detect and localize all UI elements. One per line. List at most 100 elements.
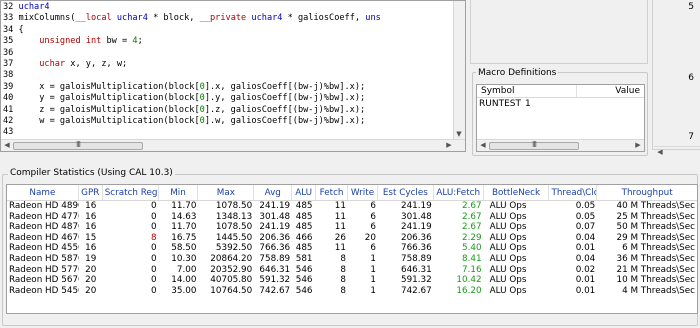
table-cell: 8.41 <box>462 253 482 264</box>
column-header[interactable]: Name <box>7 185 79 200</box>
table-cell: ALU Ops <box>489 275 527 286</box>
table-cell: 20864.20 <box>210 253 253 264</box>
line-number: 35 <box>3 36 19 47</box>
table-cell: 485 <box>295 243 313 254</box>
code-line: 33 mixColumns(__local uchar4 * block, __… <box>3 13 453 24</box>
table-row[interactable]: Radeon HD 4550 16 0 58.50 5392.50 766.36 485 11… <box>7 243 697 254</box>
table-cell: 7.16 <box>462 264 482 275</box>
table-row[interactable]: Radeon HD 5670 20 0 14.00 40705.80 591.32 546 8… <box>7 275 697 286</box>
table-cell: Radeon HD 4890 <box>9 201 79 211</box>
scroll-left-icon[interactable]: ◀ <box>2 140 12 150</box>
pane-splitter[interactable] <box>0 160 700 164</box>
code-line: 32 uchar4 <box>3 2 453 13</box>
line-number: 39 <box>3 81 19 92</box>
table-cell: 14.63 <box>171 211 197 222</box>
column-header[interactable]: Fetch <box>316 185 349 200</box>
table-cell: 16.75 <box>171 232 197 243</box>
column-header[interactable]: ALU:Fetch <box>434 185 484 200</box>
table-header: Name GPR Scratch Reg Min Max Avg ALU Fetch Write… <box>7 185 697 201</box>
code-token: uchar4 <box>251 13 283 24</box>
table-cell: 40 M Threads\Sec <box>616 201 695 211</box>
table-cell: 10.30 <box>171 253 197 264</box>
code-token: y = galoisMultiplication(block[ <box>18 93 200 104</box>
code-line: 34 { <box>3 25 453 36</box>
macro-scroll-thumb[interactable]: III <box>489 140 579 150</box>
compiler-statistics-table[interactable]: Name GPR Scratch Reg Min Max Avg ALU Fetch Write… <box>6 184 698 314</box>
code-text[interactable]: 32 uchar4 33 mixColumns(__local uchar4 * … <box>3 2 453 139</box>
table-cell: 1 <box>370 253 376 264</box>
scroll-right-icon[interactable]: ▶ <box>633 140 643 150</box>
table-cell: 2.67 <box>462 211 482 222</box>
table-cell: 40705.80 <box>210 275 253 286</box>
code-scroll-thumb[interactable]: III <box>13 140 143 150</box>
macro-row[interactable]: RUNTEST 1 <box>477 98 644 110</box>
table-row[interactable]: Radeon HD 5770 20 0 7.00 20352.90 646.31 546 8 1… <box>7 265 697 276</box>
macro-definitions-list[interactable]: Symbol Value RUNTEST 1 ◀ III ▶ <box>476 84 645 152</box>
table-cell: 0.01 <box>575 275 596 286</box>
code-line: 39 x = galoisMultiplication(block[0].x, … <box>3 82 453 93</box>
column-header[interactable]: Avg <box>254 185 293 200</box>
scroll-right-icon[interactable]: ▶ <box>444 140 454 150</box>
code-editor[interactable]: 32 uchar4 33 mixColumns(__local uchar4 * … <box>0 0 466 152</box>
table-cell: 546 <box>295 285 313 296</box>
table-row[interactable]: Radeon HD 4870 16 0 11.70 1078.50 241.19 485 11… <box>7 222 697 233</box>
table-cell: 7.00 <box>176 264 197 275</box>
table-cell: ALU Ops <box>489 222 527 233</box>
scroll-down-icon[interactable]: ▼ <box>454 129 464 139</box>
table-cell: 8 <box>150 232 157 243</box>
table-cell: 1 <box>370 264 376 275</box>
table-cell: Radeon HD 4670 <box>9 232 79 243</box>
column-header[interactable]: Scratch Reg <box>103 185 159 200</box>
code-line: 43 <box>3 127 453 138</box>
code-vertical-scrollbar[interactable]: ▼ <box>453 1 465 141</box>
column-header[interactable]: Min <box>159 185 199 200</box>
line-number: 32 <box>3 2 19 12</box>
column-header[interactable]: Est Cycles <box>378 185 434 200</box>
column-header[interactable]: GPR <box>79 185 103 200</box>
macro-horizontal-scrollbar[interactable]: ◀ III ▶ <box>477 139 644 151</box>
code-horizontal-scrollbar[interactable]: ◀ III ▶ <box>1 139 465 151</box>
code-token: uchar4 <box>116 13 148 24</box>
table-cell: 591.32 <box>259 275 291 286</box>
table-cell: 15 <box>85 232 97 243</box>
column-header[interactable]: ALU <box>292 185 317 200</box>
macro-col-value[interactable]: Value <box>577 85 644 97</box>
table-row[interactable]: Radeon HD 5450 20 0 35.00 10764.50 742.67 546 8… <box>7 286 697 297</box>
table-cell: ALU Ops <box>489 201 527 211</box>
table-cell: 20 <box>85 285 97 296</box>
scroll-left-icon[interactable]: ◀ <box>655 147 665 157</box>
table-row[interactable]: Radeon HD 4770 16 0 14.63 1348.13 301.48 485 11… <box>7 212 697 223</box>
table-cell: 0.01 <box>575 243 596 254</box>
table-cell: 36 M Threads\Sec <box>616 253 695 264</box>
right-horizontal-scrollbar[interactable]: ◀ <box>654 146 700 158</box>
table-row[interactable]: Radeon HD 5870 19 0 10.30 20864.20 758.89 581 8… <box>7 254 697 265</box>
code-token: ].y, galiosCoeff[(bw-j)%bw].x); <box>204 93 366 104</box>
table-cell: 758.89 <box>259 253 291 264</box>
table-cell: 766.36 <box>400 243 432 254</box>
column-header[interactable]: Throughput <box>597 185 697 200</box>
column-header[interactable]: Max <box>198 185 255 200</box>
table-cell: ALU Ops <box>489 285 527 296</box>
scroll-left-icon[interactable]: ◀ <box>478 140 488 150</box>
middle-top-panel <box>470 0 648 64</box>
table-cell: 485 <box>295 201 313 211</box>
column-header[interactable]: Write <box>348 185 378 200</box>
code-line: 41 z = galoisMultiplication(block[0].z, … <box>3 105 453 116</box>
code-line: 42 w = galoisMultiplication(block[0].w, … <box>3 116 453 127</box>
macro-value: 1 <box>524 99 531 109</box>
table-cell: 0 <box>150 243 157 254</box>
column-header[interactable]: BottleNeck <box>484 185 550 200</box>
table-cell: 2.29 <box>462 232 482 243</box>
macro-col-symbol[interactable]: Symbol <box>477 85 577 97</box>
table-cell: 6 <box>370 201 376 211</box>
table-cell: 0.07 <box>575 222 596 233</box>
table-row[interactable]: Radeon HD 4670 15 8 16.75 1445.50 206.36 466 26… <box>7 233 697 244</box>
line-number: 36 <box>3 47 19 58</box>
table-cell: Radeon HD 5670 <box>9 275 79 286</box>
table-cell: 11.70 <box>171 222 197 233</box>
code-token: ].w, galiosCoeff[(bw-j)%bw].x); <box>204 115 366 126</box>
column-header[interactable]: Thread\Clock <box>549 185 598 200</box>
table-cell: 11 <box>334 243 346 254</box>
table-row[interactable]: Radeon HD 4890 16 0 11.70 1078.50 241.19 485 11… <box>7 201 697 212</box>
right-panel-inner: 5 6 7 <box>652 0 700 150</box>
